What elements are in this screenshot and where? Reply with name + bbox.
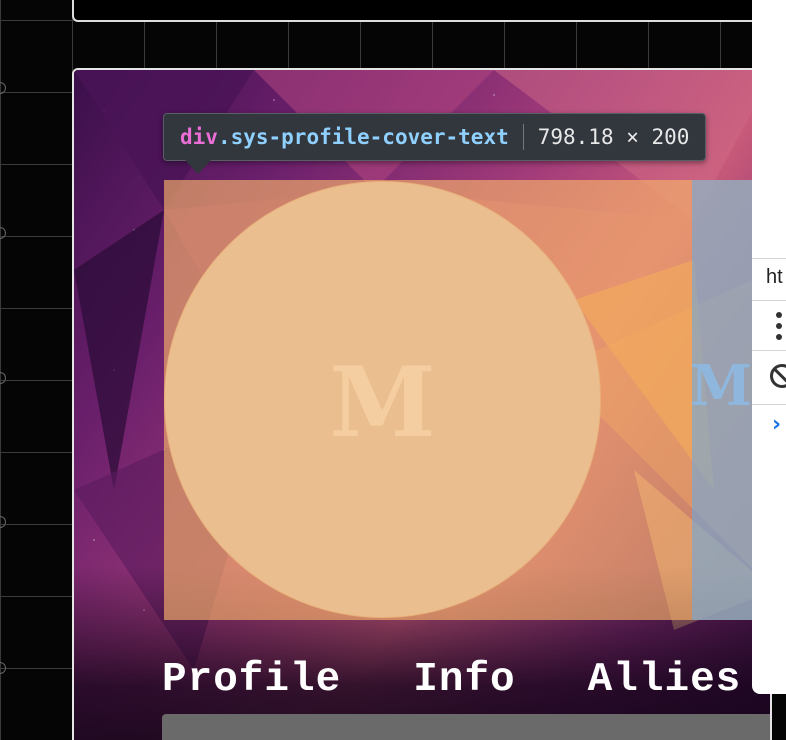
avatar[interactable]: M	[164, 181, 601, 618]
grid-node-icon	[0, 227, 6, 239]
previous-card	[72, 0, 772, 22]
tooltip-pointer	[185, 160, 211, 174]
console-prompt-chevron-icon[interactable]: ›	[772, 414, 781, 436]
tooltip-tag-name: div	[180, 125, 218, 149]
inspector-tooltip: div .sys-profile-cover-text 798.18 × 200	[163, 113, 707, 161]
tab-allies[interactable]: Allies	[588, 660, 742, 701]
tab-info[interactable]: Info	[413, 660, 515, 701]
grid-node-icon	[0, 662, 6, 674]
tooltip-class-name: .sys-profile-cover-text	[217, 125, 509, 149]
devtools-panel: ht ›	[752, 0, 786, 694]
kebab-menu-icon[interactable]	[776, 312, 782, 340]
devtools-url-text[interactable]: ht	[766, 266, 783, 289]
profile-content-bar[interactable]	[162, 714, 770, 740]
grid-node-icon	[0, 516, 6, 528]
grid-node-icon	[0, 372, 6, 384]
tooltip-dimensions: 798.18 × 200	[537, 125, 690, 149]
profile-tab-bar: Profile Info Allies	[162, 660, 741, 701]
grid-node-icon	[0, 82, 6, 94]
devtools-divider	[752, 404, 786, 406]
profile-card: M Me Profile Info Allies	[72, 68, 772, 740]
tooltip-divider	[522, 124, 524, 150]
tab-profile[interactable]: Profile	[162, 660, 341, 701]
avatar-initial: M	[329, 345, 436, 459]
page-canvas: M Me Profile Info Allies div.sys-profile…	[0, 0, 786, 740]
